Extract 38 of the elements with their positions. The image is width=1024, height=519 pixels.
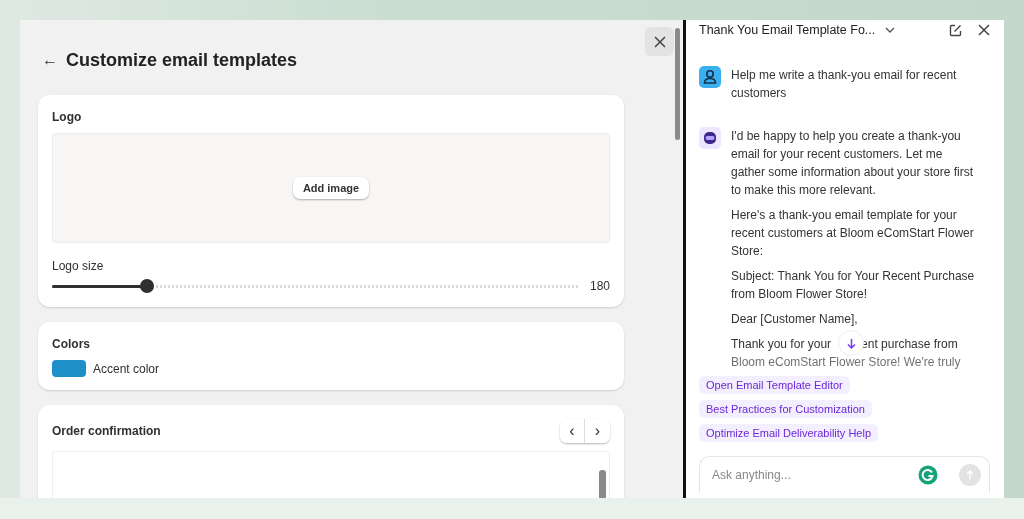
message-composer[interactable]: Ask anything... bbox=[699, 456, 990, 493]
card-heading: Colors bbox=[52, 337, 91, 351]
card-heading: Logo bbox=[52, 110, 83, 124]
chat-title[interactable]: Thank You Email Template Fo... bbox=[699, 23, 876, 37]
page-title: Customize email templates bbox=[66, 49, 298, 71]
bot-avatar-icon bbox=[699, 127, 721, 149]
suggestion-chip[interactable]: Best Practices for Customization bbox=[699, 400, 872, 418]
slider-thumb[interactable] bbox=[139, 279, 154, 293]
close-icon bbox=[653, 35, 666, 48]
edit-icon[interactable] bbox=[949, 23, 962, 37]
scrollbar-thumb[interactable] bbox=[599, 470, 606, 498]
chevron-down-icon[interactable] bbox=[885, 27, 896, 33]
slider-value: 180 bbox=[589, 279, 610, 293]
scroll-down-button[interactable] bbox=[838, 330, 864, 356]
close-icon[interactable] bbox=[978, 24, 990, 36]
swatch-label: Accent color bbox=[93, 361, 160, 376]
slider-label: Logo size bbox=[52, 259, 105, 273]
close-button[interactable] bbox=[645, 27, 674, 56]
back-button[interactable]: ← bbox=[42, 51, 58, 69]
extension-icon[interactable] bbox=[918, 465, 938, 485]
message-text: Bloom eComStart Flower Store! We're truly bbox=[731, 354, 962, 371]
message-text: Here's a thank-you email template for your recent customers at Bloom eComStart Flower Store: bbox=[731, 207, 975, 260]
arrow-down-icon bbox=[846, 337, 856, 349]
user-avatar-icon bbox=[699, 66, 721, 88]
suggestion-chip[interactable]: Open Email Template Editor bbox=[699, 376, 850, 394]
color-swatch[interactable] bbox=[52, 360, 86, 377]
card-heading: Order confirmation bbox=[52, 424, 161, 438]
message-text: Subject: Thank You for Your Recent Purchase from Bloom Flower Store! bbox=[731, 268, 976, 303]
message-text: I'd be happy to help you create a thank-you email for your recent customers. Let me gather some information about your store first to make this more relevant. bbox=[731, 128, 975, 199]
add-image-button[interactable]: Add image bbox=[292, 177, 370, 199]
arrow-up-icon bbox=[966, 470, 974, 480]
scrollbar-thumb[interactable] bbox=[675, 28, 680, 140]
next-button[interactable]: › bbox=[585, 419, 610, 443]
suggestion-chip[interactable]: Optimize Email Deliverability Help bbox=[699, 424, 879, 442]
message-text: Thank you for your bbox=[731, 336, 832, 353]
message-text: Help me write a thank-you email for recent customers bbox=[731, 67, 958, 102]
previous-button[interactable]: ‹ bbox=[560, 419, 585, 443]
message-text: Dear [Customer Name], bbox=[731, 311, 859, 328]
